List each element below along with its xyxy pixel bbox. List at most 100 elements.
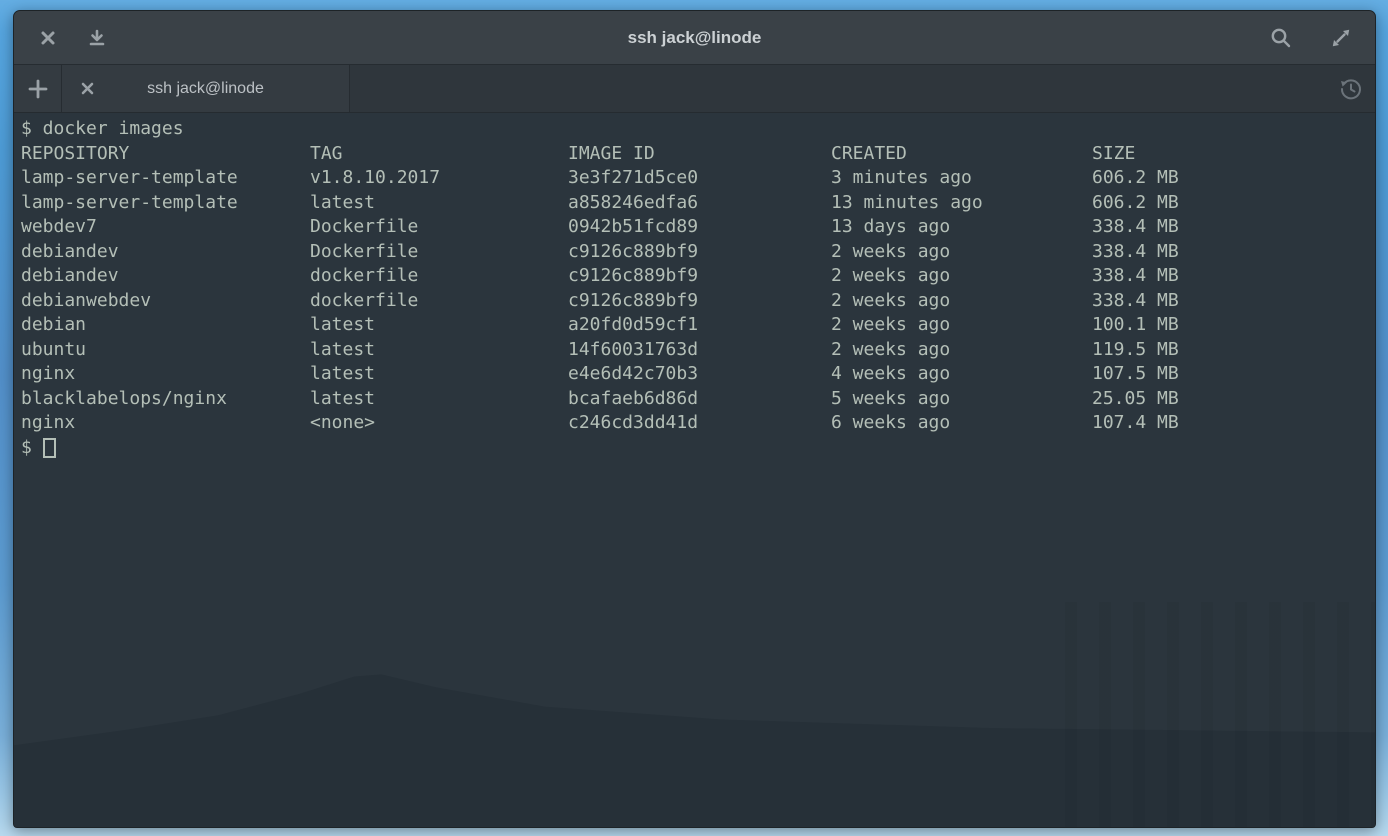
cell-repository: lamp-server-template bbox=[21, 166, 310, 191]
cell-repository: webdev7 bbox=[21, 215, 310, 240]
cell-created: 2 weeks ago bbox=[831, 264, 1092, 289]
cell-repository: debianwebdev bbox=[21, 289, 310, 314]
cell-repository: nginx bbox=[21, 411, 310, 436]
table-row: webdev7 Dockerfile 0942b51fcd89 13 days … bbox=[21, 215, 1375, 240]
cell-image-id: c9126c889bf9 bbox=[568, 289, 831, 314]
close-icon bbox=[39, 29, 57, 47]
table-row: debiandev dockerfile c9126c889bf9 2 week… bbox=[21, 264, 1375, 289]
download-button[interactable] bbox=[77, 18, 117, 58]
tabbar-spacer bbox=[350, 65, 1327, 112]
history-button[interactable] bbox=[1327, 65, 1375, 112]
cell-tag: latest bbox=[310, 313, 568, 338]
cell-created: 2 weeks ago bbox=[831, 313, 1092, 338]
cell-repository: ubuntu bbox=[21, 338, 310, 363]
cell-image-id: 0942b51fcd89 bbox=[568, 215, 831, 240]
cell-image-id: 3e3f271d5ce0 bbox=[568, 166, 831, 191]
cell-image-id: a20fd0d59cf1 bbox=[568, 313, 831, 338]
table-row: debian latest a20fd0d59cf1 2 weeks ago 1… bbox=[21, 313, 1375, 338]
col-header-tag: TAG bbox=[310, 142, 568, 167]
prompt-symbol: $ bbox=[21, 437, 32, 458]
table-row: lamp-server-template latest a858246edfa6… bbox=[21, 191, 1375, 216]
table-row: blacklabelops/nginx latest bcafaeb6d86d … bbox=[21, 387, 1375, 412]
cell-size: 338.4 MB bbox=[1092, 215, 1375, 240]
cell-tag: latest bbox=[310, 191, 568, 216]
tab-close-button[interactable] bbox=[80, 81, 95, 96]
cell-size: 119.5 MB bbox=[1092, 338, 1375, 363]
terminal-window: ssh jack@linode bbox=[13, 10, 1376, 828]
cell-created: 6 weeks ago bbox=[831, 411, 1092, 436]
cell-tag: latest bbox=[310, 338, 568, 363]
cell-created: 13 minutes ago bbox=[831, 191, 1092, 216]
search-icon bbox=[1269, 26, 1293, 50]
cell-size: 100.1 MB bbox=[1092, 313, 1375, 338]
cell-created: 4 weeks ago bbox=[831, 362, 1092, 387]
table-header-row: REPOSITORY TAG IMAGE ID CREATED SIZE bbox=[21, 142, 1375, 167]
close-icon bbox=[80, 81, 95, 96]
terminal-cursor bbox=[43, 438, 56, 458]
table-row: lamp-server-template v1.8.10.2017 3e3f27… bbox=[21, 166, 1375, 191]
cell-size: 107.4 MB bbox=[1092, 411, 1375, 436]
plus-icon bbox=[27, 78, 49, 100]
cell-tag: Dockerfile bbox=[310, 240, 568, 265]
cell-image-id: e4e6d42c70b3 bbox=[568, 362, 831, 387]
cell-image-id: c9126c889bf9 bbox=[568, 240, 831, 265]
cell-size: 338.4 MB bbox=[1092, 264, 1375, 289]
cell-repository: nginx bbox=[21, 362, 310, 387]
cell-size: 107.5 MB bbox=[1092, 362, 1375, 387]
maximize-button[interactable] bbox=[1321, 18, 1361, 58]
window-title: ssh jack@linode bbox=[14, 28, 1375, 48]
cell-image-id: bcafaeb6d86d bbox=[568, 387, 831, 412]
search-button[interactable] bbox=[1261, 18, 1301, 58]
download-icon bbox=[87, 28, 107, 48]
cell-tag: latest bbox=[310, 362, 568, 387]
prompt-line: $ bbox=[21, 436, 1375, 461]
cell-tag: latest bbox=[310, 387, 568, 412]
cell-size: 338.4 MB bbox=[1092, 289, 1375, 314]
tab-ssh-session[interactable]: ssh jack@linode bbox=[62, 65, 350, 112]
cell-image-id: c9126c889bf9 bbox=[568, 264, 831, 289]
cell-repository: debian bbox=[21, 313, 310, 338]
table-row: ubuntu latest 14f60031763d 2 weeks ago 1… bbox=[21, 338, 1375, 363]
col-header-image-id: IMAGE ID bbox=[568, 142, 831, 167]
cell-created: 2 weeks ago bbox=[831, 338, 1092, 363]
history-icon bbox=[1338, 76, 1364, 102]
col-header-created: CREATED bbox=[831, 142, 1092, 167]
docker-images-table: lamp-server-template v1.8.10.2017 3e3f27… bbox=[21, 166, 1375, 436]
cell-tag: v1.8.10.2017 bbox=[310, 166, 568, 191]
cell-created: 2 weeks ago bbox=[831, 289, 1092, 314]
wallpaper-mountain-silhouette bbox=[14, 612, 1375, 827]
command-line: $ docker images bbox=[21, 117, 1375, 142]
cell-created: 5 weeks ago bbox=[831, 387, 1092, 412]
wallpaper-tree-silhouette bbox=[1065, 602, 1375, 827]
cell-repository: debiandev bbox=[21, 240, 310, 265]
new-tab-button[interactable] bbox=[14, 65, 62, 112]
tabbar: ssh jack@linode bbox=[14, 65, 1375, 113]
cell-tag: dockerfile bbox=[310, 264, 568, 289]
cell-size: 606.2 MB bbox=[1092, 166, 1375, 191]
cell-size: 338.4 MB bbox=[1092, 240, 1375, 265]
table-row: debianwebdev dockerfile c9126c889bf9 2 w… bbox=[21, 289, 1375, 314]
cell-tag: Dockerfile bbox=[310, 215, 568, 240]
col-header-repository: REPOSITORY bbox=[21, 142, 310, 167]
tab-label: ssh jack@linode bbox=[62, 80, 349, 98]
cell-image-id: a858246edfa6 bbox=[568, 191, 831, 216]
maximize-icon bbox=[1330, 27, 1352, 49]
titlebar: ssh jack@linode bbox=[14, 11, 1375, 65]
cell-created: 13 days ago bbox=[831, 215, 1092, 240]
cell-size: 25.05 MB bbox=[1092, 387, 1375, 412]
col-header-size: SIZE bbox=[1092, 142, 1375, 167]
table-row: nginx <none> c246cd3dd41d 6 weeks ago 10… bbox=[21, 411, 1375, 436]
cell-tag: dockerfile bbox=[310, 289, 568, 314]
cell-repository: debiandev bbox=[21, 264, 310, 289]
terminal-screen[interactable]: $ docker images REPOSITORY TAG IMAGE ID … bbox=[14, 113, 1375, 827]
table-row: debiandev Dockerfile c9126c889bf9 2 week… bbox=[21, 240, 1375, 265]
cell-image-id: c246cd3dd41d bbox=[568, 411, 831, 436]
cell-created: 2 weeks ago bbox=[831, 240, 1092, 265]
table-row: nginx latest e4e6d42c70b3 4 weeks ago 10… bbox=[21, 362, 1375, 387]
cell-repository: lamp-server-template bbox=[21, 191, 310, 216]
cell-size: 606.2 MB bbox=[1092, 191, 1375, 216]
cell-image-id: 14f60031763d bbox=[568, 338, 831, 363]
close-window-button[interactable] bbox=[28, 18, 68, 58]
cell-created: 3 minutes ago bbox=[831, 166, 1092, 191]
cell-repository: blacklabelops/nginx bbox=[21, 387, 310, 412]
